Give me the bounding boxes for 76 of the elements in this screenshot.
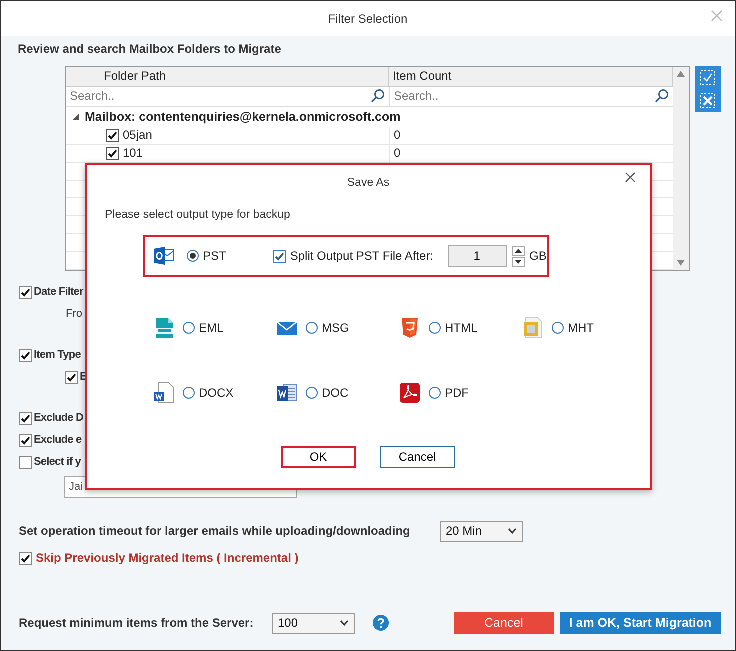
option-label: Date Filter <box>34 286 84 298</box>
radio-button[interactable] <box>187 250 199 262</box>
cancel-button[interactable]: Cancel <box>454 612 554 634</box>
folder-name: 101 <box>123 146 144 160</box>
field-label: Fro <box>65 307 84 322</box>
radio-button[interactable] <box>306 386 318 398</box>
document-icon <box>276 382 298 404</box>
window-title: Filter Selection <box>328 12 408 26</box>
checkbox[interactable] <box>19 456 32 468</box>
caret-icon <box>340 620 349 626</box>
column-header[interactable]: Folder Path <box>66 67 389 86</box>
caret-down-icon <box>514 260 522 264</box>
checkbox[interactable] <box>106 128 119 142</box>
dropdown[interactable]: 100 <box>272 612 355 634</box>
option-label: Select if y <box>34 456 81 468</box>
radio-button[interactable] <box>306 322 318 334</box>
radio-button[interactable] <box>429 386 441 398</box>
option-label: Exclude D <box>34 412 84 424</box>
unit-label: GB <box>530 249 547 263</box>
prompt-text: Please select output type for backup <box>105 209 292 221</box>
checkbox[interactable] <box>19 348 32 362</box>
radio-label: DOCX <box>199 386 234 400</box>
collapse-icon[interactable] <box>72 113 79 120</box>
cancel-button[interactable]: Cancel <box>380 446 455 468</box>
item-count: 0 <box>394 128 401 142</box>
search-icon <box>371 89 385 104</box>
document-icon <box>153 316 175 338</box>
deselect-all-button[interactable] <box>695 89 721 112</box>
document-icon <box>153 382 175 404</box>
radio-label: HTML <box>445 320 478 334</box>
dialog-title: Save As <box>347 177 390 189</box>
caret-up-icon <box>514 248 522 252</box>
checkbox-label: Split Output PST File After: <box>290 249 434 263</box>
picture-frame-icon <box>522 316 544 338</box>
option-label: Exclude e <box>34 434 82 446</box>
decrement-button[interactable] <box>512 256 525 266</box>
folder-name: 05jan <box>123 128 152 142</box>
radio-button[interactable] <box>552 322 564 334</box>
radio-button[interactable] <box>429 322 441 334</box>
checkbox[interactable] <box>19 552 32 564</box>
start-migration-button[interactable]: I am OK, Start Migration <box>560 612 721 634</box>
option-label: Skip Previously Migrated Items ( Incremental ) <box>36 551 299 565</box>
outlook-icon <box>153 245 175 267</box>
checkbox[interactable] <box>65 370 78 384</box>
radio-label: EML <box>199 320 224 334</box>
checkbox[interactable] <box>19 412 32 424</box>
select-all-button[interactable] <box>695 66 721 89</box>
close-icon[interactable] <box>625 172 636 183</box>
checkbox[interactable] <box>106 146 119 160</box>
number-field[interactable]: 1 <box>448 245 507 267</box>
increment-button[interactable] <box>512 246 525 256</box>
option-label: Item Type <box>34 349 81 361</box>
search-icon <box>655 89 670 104</box>
radio-button[interactable] <box>183 322 195 334</box>
radio-label: PST <box>203 249 226 263</box>
radio-button[interactable] <box>183 386 195 398</box>
help-icon[interactable] <box>373 615 389 631</box>
ok-button[interactable]: OK <box>281 446 356 468</box>
shield-icon <box>399 316 421 338</box>
dropdown[interactable]: 20 Min <box>440 520 523 542</box>
mailbox-label: Mailbox: contentenquiries@kernela.onmicrosoft.com <box>85 110 401 124</box>
radio-label: MHT <box>568 320 594 334</box>
checkbox[interactable] <box>273 250 286 262</box>
radio-label: MSG <box>322 320 350 334</box>
request-label: Request minimum items from the Server: <box>19 616 255 630</box>
section-heading: Review and search Mailbox Folders to Migrate <box>18 41 282 57</box>
checkbox[interactable] <box>19 434 32 446</box>
pdf-icon <box>399 382 421 404</box>
item-count: 0 <box>394 146 401 160</box>
checkbox[interactable] <box>19 286 32 298</box>
caret-icon <box>508 528 517 534</box>
radio-label: DOC <box>322 386 349 400</box>
radio-label: PDF <box>445 386 469 400</box>
timeout-label: Set operation timeout for larger emails while uploading/downloading <box>19 524 412 538</box>
scroll-up-icon[interactable] <box>677 71 686 77</box>
scroll-down-icon[interactable] <box>677 260 686 266</box>
